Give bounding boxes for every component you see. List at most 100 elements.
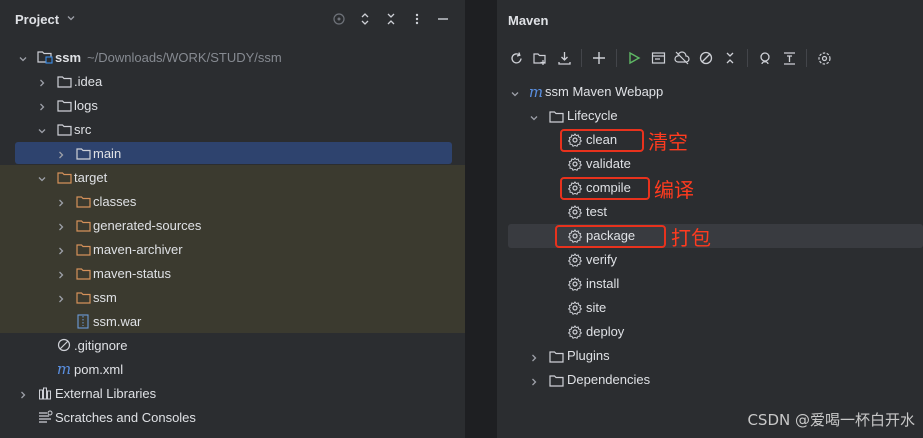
tree-item[interactable]: classes bbox=[0, 189, 465, 213]
tree-item[interactable]: generated-sources bbox=[0, 213, 465, 237]
tree-item[interactable]: maven-status bbox=[0, 261, 465, 285]
tree-item-label: Scratches and Consoles bbox=[55, 410, 196, 425]
show-dependencies-icon[interactable] bbox=[778, 47, 800, 69]
folder-icon bbox=[75, 145, 91, 161]
tree-item[interactable]: m pom.xml bbox=[0, 357, 465, 381]
tree-item[interactable]: External Libraries bbox=[0, 381, 465, 405]
folder-icon bbox=[56, 73, 72, 89]
tree-item-label: maven-status bbox=[93, 266, 171, 281]
execute-goal-icon[interactable] bbox=[647, 47, 669, 69]
tree-item-name: ssm.war bbox=[93, 314, 142, 329]
chevron-right-icon[interactable] bbox=[56, 220, 66, 231]
chevron-right-icon[interactable] bbox=[529, 375, 539, 386]
tree-item-label: generated-sources bbox=[93, 218, 201, 233]
tree-item-label: ssm bbox=[93, 290, 117, 305]
gear-icon bbox=[567, 253, 583, 267]
goal-label: test bbox=[586, 204, 607, 219]
chevron-down-icon[interactable] bbox=[37, 172, 47, 182]
lifecycle-goal-verify[interactable]: verify bbox=[497, 248, 923, 272]
tree-item-name: generated-sources bbox=[93, 218, 202, 233]
tree-item[interactable]: ssm ~/Downloads/WORK/STUDY/ssm bbox=[0, 45, 465, 69]
maven-icon: m bbox=[528, 82, 544, 101]
lifecycle-goal-deploy[interactable]: deploy bbox=[497, 320, 923, 344]
maven-project-item[interactable]: m ssm Maven Webapp bbox=[497, 80, 923, 104]
goal-label: site bbox=[586, 300, 607, 315]
project-panel-title[interactable]: Project bbox=[15, 12, 59, 27]
lifecycle-label: Lifecycle bbox=[567, 108, 618, 123]
lifecycle-goal-test[interactable]: test bbox=[497, 200, 923, 224]
skip-tests-icon[interactable] bbox=[695, 47, 717, 69]
chevron-down-icon[interactable] bbox=[510, 87, 520, 97]
maven-project-label: ssm Maven Webapp bbox=[545, 84, 664, 99]
tree-item[interactable]: .gitignore bbox=[0, 333, 465, 357]
locate-icon[interactable] bbox=[331, 11, 347, 27]
tree-item-name: main bbox=[93, 146, 122, 161]
maven-panel: Maven m ssm Maven Webapp Lifecycle clean… bbox=[497, 0, 923, 438]
chevron-right-icon[interactable] bbox=[56, 292, 66, 303]
folder-orange-icon bbox=[75, 265, 91, 281]
project-panel: Project ssm ~/Downloads/WORK/STUDY/ssm .id… bbox=[0, 0, 465, 438]
expand-all-icon[interactable] bbox=[357, 11, 373, 27]
chevron-down-icon[interactable] bbox=[18, 52, 28, 62]
plus-icon[interactable] bbox=[588, 47, 610, 69]
chevron-down-icon[interactable] bbox=[529, 111, 539, 121]
analyze-icon[interactable] bbox=[754, 47, 776, 69]
tree-item[interactable]: Scratches and Consoles bbox=[0, 405, 465, 429]
tree-item[interactable]: ssm.war bbox=[0, 309, 465, 333]
folder-settings-icon bbox=[548, 348, 564, 364]
reload-icon[interactable] bbox=[505, 47, 527, 69]
chevron-right-icon[interactable] bbox=[529, 351, 539, 362]
lifecycle-goal-site[interactable]: site bbox=[497, 296, 923, 320]
settings-icon[interactable] bbox=[813, 47, 835, 69]
tree-item[interactable]: src bbox=[0, 117, 465, 141]
chevron-right-icon[interactable] bbox=[56, 196, 66, 207]
toolbar-separator bbox=[747, 49, 748, 67]
plugins-item[interactable]: Plugins bbox=[497, 344, 923, 368]
tree-item-label: logs bbox=[74, 98, 98, 113]
chevron-right-icon[interactable] bbox=[56, 148, 66, 159]
more-options-icon[interactable] bbox=[409, 11, 425, 27]
folder-orange-icon bbox=[75, 289, 91, 305]
chevron-right-icon[interactable] bbox=[56, 244, 66, 255]
tree-item-label: src bbox=[74, 122, 91, 137]
chevron-right-icon[interactable] bbox=[56, 268, 66, 279]
tree-item[interactable]: target bbox=[0, 165, 465, 189]
lifecycle-item[interactable]: Lifecycle bbox=[497, 104, 923, 128]
tree-item-name: logs bbox=[74, 98, 98, 113]
toolbar-separator bbox=[806, 49, 807, 67]
folder-icon bbox=[56, 121, 72, 137]
tree-item-label: External Libraries bbox=[55, 386, 156, 401]
run-icon[interactable] bbox=[623, 47, 645, 69]
annotation-box-package bbox=[555, 225, 666, 248]
tree-item[interactable]: logs bbox=[0, 93, 465, 117]
collapse-icon[interactable] bbox=[719, 47, 741, 69]
chevron-down-icon[interactable] bbox=[66, 13, 76, 23]
tree-item-name: .gitignore bbox=[74, 338, 128, 353]
maven-icon: m bbox=[56, 359, 72, 378]
chevron-down-icon[interactable] bbox=[37, 124, 47, 134]
tree-item[interactable]: main bbox=[0, 141, 465, 165]
chevron-right-icon[interactable] bbox=[37, 100, 47, 111]
hide-panel-icon[interactable] bbox=[435, 11, 451, 27]
chevron-right-icon[interactable] bbox=[18, 388, 28, 399]
panel-divider[interactable] bbox=[465, 0, 497, 438]
tree-item[interactable]: .idea bbox=[0, 69, 465, 93]
folder-orange-icon bbox=[75, 217, 91, 233]
tree-item-label: maven-archiver bbox=[93, 242, 183, 257]
module-folder-icon bbox=[37, 49, 53, 65]
chevron-right-icon[interactable] bbox=[37, 76, 47, 87]
collapse-all-icon[interactable] bbox=[383, 11, 399, 27]
folder-orange-icon bbox=[56, 169, 72, 185]
folder-settings-icon bbox=[548, 108, 564, 124]
tree-item-name: .idea bbox=[74, 74, 103, 89]
tree-item-name: src bbox=[74, 122, 92, 137]
dependencies-item[interactable]: Dependencies bbox=[497, 368, 923, 392]
tree-item[interactable]: ssm bbox=[0, 285, 465, 309]
add-folder-icon[interactable] bbox=[529, 47, 551, 69]
download-icon[interactable] bbox=[553, 47, 575, 69]
lifecycle-goal-validate[interactable]: validate bbox=[497, 152, 923, 176]
lifecycle-goal-install[interactable]: install bbox=[497, 272, 923, 296]
war-file-icon bbox=[75, 313, 91, 329]
tree-item[interactable]: maven-archiver bbox=[0, 237, 465, 261]
offline-icon[interactable] bbox=[671, 47, 693, 69]
